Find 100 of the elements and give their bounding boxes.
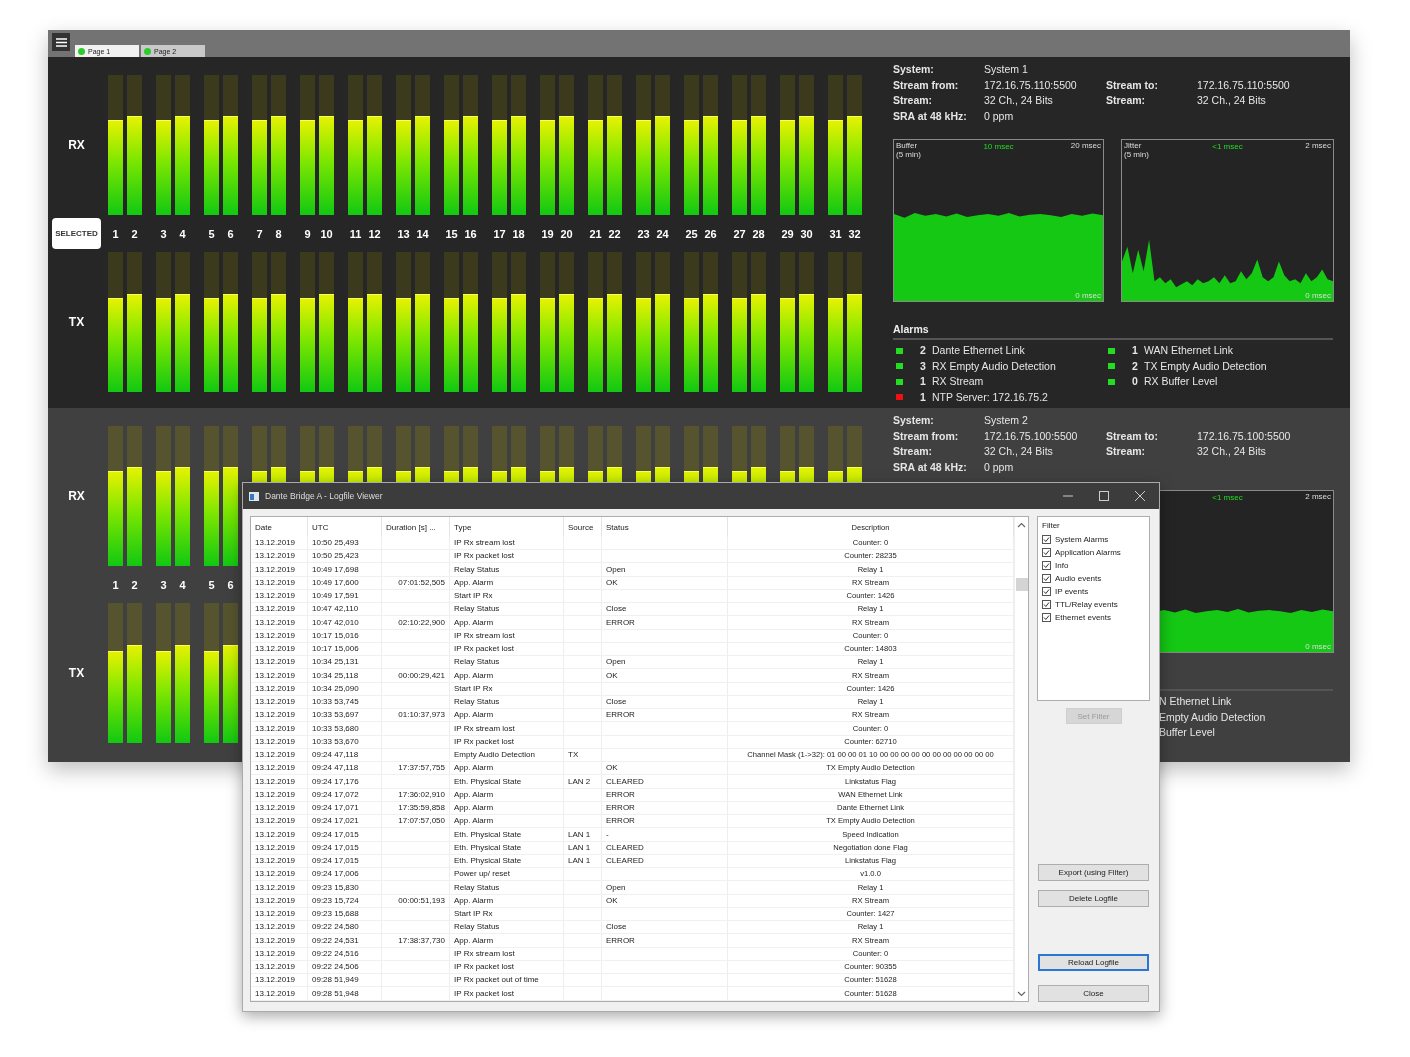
table-cell: App. Alarm xyxy=(454,816,494,826)
checkbox[interactable] xyxy=(1042,548,1051,557)
table-cell: 13.12.2019 xyxy=(255,962,296,972)
channel-number: 3 xyxy=(159,578,168,591)
table-cell: ERROR xyxy=(606,710,635,720)
table-cell: 10:50 25,493 xyxy=(312,538,359,548)
table-cell: ERROR xyxy=(606,617,635,627)
column-header[interactable]: Type xyxy=(449,517,564,537)
alarm-count: 0 xyxy=(1132,374,1139,389)
table-cell: 17:35:59,858 xyxy=(398,803,445,813)
table-cell: IP Rx stream lost xyxy=(454,538,515,548)
checkbox[interactable] xyxy=(1042,574,1051,583)
checkbox[interactable] xyxy=(1042,535,1051,544)
table-cell: Power up/ reset xyxy=(454,869,511,879)
channel-number: 16 xyxy=(463,227,478,240)
filter-option[interactable]: Application Alarms xyxy=(1042,546,1145,559)
channel-number: 31 xyxy=(828,227,843,240)
filter-option[interactable]: IP events xyxy=(1042,585,1145,598)
table-cell: IP Rx packet out of time xyxy=(454,975,539,985)
maximize-icon[interactable] xyxy=(1099,491,1109,501)
info-value: 172.16.75.110:5500 xyxy=(984,77,1078,93)
scroll-up-icon[interactable] xyxy=(1017,522,1026,528)
table-cell: 10:33 53,745 xyxy=(312,697,359,707)
channel-number: 6 xyxy=(226,227,235,240)
table-cell: 00:00:51,193 xyxy=(398,895,445,905)
channel-number: 4 xyxy=(178,227,187,240)
channel-number: 1 xyxy=(111,578,120,591)
info-value: 172.16.75.110:5500 xyxy=(1197,77,1290,93)
table-cell: 13.12.2019 xyxy=(255,670,296,680)
channel-number: 1 xyxy=(111,227,120,240)
info-value: 0 ppm xyxy=(984,459,1015,475)
table-cell: 13.12.2019 xyxy=(255,922,296,932)
filter-option[interactable]: Info xyxy=(1042,559,1145,572)
table-cell: 09:23 15,688 xyxy=(312,909,359,919)
table-cell: 13.12.2019 xyxy=(255,909,296,919)
scroll-down-icon[interactable] xyxy=(1017,991,1026,997)
menu-button[interactable] xyxy=(52,33,70,51)
table-cell: Open xyxy=(606,657,626,667)
dialog-button[interactable]: Export (using Filter) xyxy=(1038,864,1149,881)
table-cell: 13.12.2019 xyxy=(255,551,296,561)
table-cell: 13.12.2019 xyxy=(255,803,296,813)
info-value: System 1 xyxy=(984,62,1029,77)
table-cell: 17:38:37,730 xyxy=(398,935,445,945)
table-cell: 09:24 17,071 xyxy=(312,803,359,813)
alarm-count: 2 xyxy=(920,343,927,358)
table-cell: 01:10:37,973 xyxy=(398,710,445,720)
table-cell: IP Rx stream lost xyxy=(454,948,515,958)
channel-number: 9 xyxy=(303,227,312,240)
info-value: 0 ppm xyxy=(984,108,1015,124)
table-cell: Relay Status xyxy=(454,922,500,932)
table-cell: 13.12.2019 xyxy=(255,564,296,574)
table-cell: 13.12.2019 xyxy=(255,710,296,720)
checkbox[interactable] xyxy=(1042,561,1051,570)
filter-option[interactable]: Audio events xyxy=(1042,572,1145,585)
graph-min: 0 msec xyxy=(1305,291,1331,300)
column-header[interactable]: Status xyxy=(601,517,728,537)
table-cell: TX xyxy=(568,750,579,760)
checkbox[interactable] xyxy=(1042,613,1051,622)
column-header[interactable]: Duration [s] ... xyxy=(381,517,450,537)
alarm-label: RX Empty Audio Detection xyxy=(932,358,1056,374)
table-cell: IP Rx packet lost xyxy=(454,962,514,972)
table-cell: 10:34 25,090 xyxy=(312,683,359,693)
table-cell: Open xyxy=(606,564,626,574)
table-cell: 13.12.2019 xyxy=(255,591,296,601)
dialog-button[interactable]: Delete Logfile xyxy=(1038,890,1149,907)
filter-option[interactable]: TTL/Relay events xyxy=(1042,598,1145,611)
table-cell: 13.12.2019 xyxy=(255,882,296,892)
dialog-button[interactable]: Reload Logfile xyxy=(1038,954,1149,971)
filter-option[interactable]: Ethernet events xyxy=(1042,611,1145,624)
table-cell: 10:50 25,423 xyxy=(312,551,359,561)
scroll-thumb[interactable] xyxy=(1015,578,1028,591)
info-value: 32 Ch., 24 Bits xyxy=(1197,444,1267,459)
table-cell: CLEARED xyxy=(606,842,644,852)
table-cell: 13.12.2019 xyxy=(255,617,296,627)
info-value: 172.16.75.100:5500 xyxy=(984,428,1079,444)
graph-min: 0 msec xyxy=(1305,642,1331,651)
table-cell: App. Alarm xyxy=(454,895,494,905)
column-header[interactable]: UTC xyxy=(307,517,382,537)
table-cell: 10:49 17,600 xyxy=(312,577,359,587)
checkbox[interactable] xyxy=(1042,587,1051,596)
close-icon[interactable] xyxy=(1135,491,1145,501)
column-header[interactable]: Source xyxy=(563,517,602,537)
tx-label: TX xyxy=(68,666,85,680)
column-header[interactable]: Date xyxy=(251,517,308,537)
table-cell: 13.12.2019 xyxy=(255,736,296,746)
checkbox[interactable] xyxy=(1042,600,1051,609)
table-cell: App. Alarm xyxy=(454,803,494,813)
table-cell: LAN 1 xyxy=(568,829,591,839)
table-cell: Relay Status xyxy=(454,564,500,574)
channel-number: 21 xyxy=(588,227,603,240)
dialog-button[interactable]: Close xyxy=(1038,985,1149,1002)
info-label: System: xyxy=(893,413,935,428)
table-cell: IP Rx packet lost xyxy=(454,736,514,746)
filter-option[interactable]: System Alarms xyxy=(1042,533,1145,546)
scrollbar[interactable] xyxy=(1014,517,1028,1001)
alarm-count: 1 xyxy=(920,389,927,405)
table-cell: LAN 2 xyxy=(568,776,591,786)
table-cell: 10:33 53,670 xyxy=(312,736,359,746)
alarm-label: TX Empty Audio Detection xyxy=(1144,358,1267,374)
info-value: 32 Ch., 24 Bits xyxy=(984,93,1054,108)
